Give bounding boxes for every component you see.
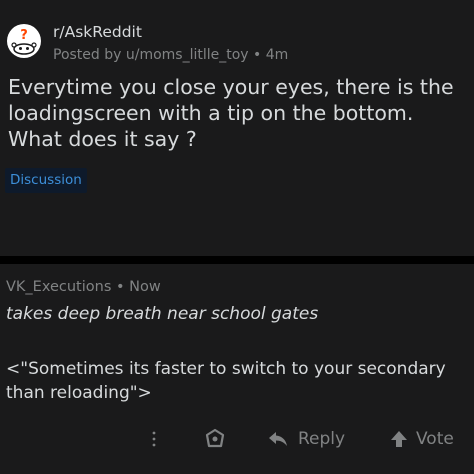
askreddit-snoo-icon: ? — [8, 25, 40, 57]
vote-button[interactable]: Vote — [390, 424, 454, 454]
divider — [0, 256, 474, 264]
post-meta: Posted by u/moms_litlle_toy • 4m — [53, 47, 288, 63]
comment-body-line-2: <"Sometimes its faster to switch to your… — [6, 359, 446, 403]
upvote-arrow-icon — [391, 431, 407, 447]
award-icon — [205, 428, 225, 448]
post-title[interactable]: Everytime you close your eyes, there is … — [8, 74, 470, 152]
more-options-icon — [152, 431, 156, 447]
comment-card[interactable]: VK_Executions • Now takes deep breath ne… — [0, 264, 474, 474]
comment-separator: • — [116, 279, 125, 295]
comment-actions: Reply Vote — [0, 424, 474, 454]
award-button[interactable] — [204, 424, 226, 454]
post-age: 4m — [265, 47, 289, 63]
reply-label: Reply — [298, 429, 346, 449]
askreddit-question-mark: ? — [20, 28, 28, 43]
post-author[interactable]: Posted by u/moms_litlle_toy — [53, 47, 249, 63]
reply-icon — [269, 432, 287, 446]
reply-button[interactable]: Reply — [268, 424, 345, 454]
subreddit-avatar[interactable]: ? — [7, 24, 41, 58]
post-card[interactable]: ? r/AskReddit Posted by u/moms_litlle_to… — [0, 0, 474, 256]
subreddit-name[interactable]: r/AskReddit — [53, 23, 142, 41]
comment-body-line-1: takes deep breath near school gates — [6, 304, 319, 324]
post-flair[interactable]: Discussion — [5, 168, 87, 193]
more-options-button[interactable] — [146, 424, 162, 454]
comment-meta: VK_Executions • Now — [6, 279, 161, 295]
comment-author[interactable]: VK_Executions — [6, 279, 111, 295]
meta-separator: • — [253, 47, 262, 63]
vote-label: Vote — [416, 429, 454, 449]
comment-age: Now — [129, 279, 161, 295]
